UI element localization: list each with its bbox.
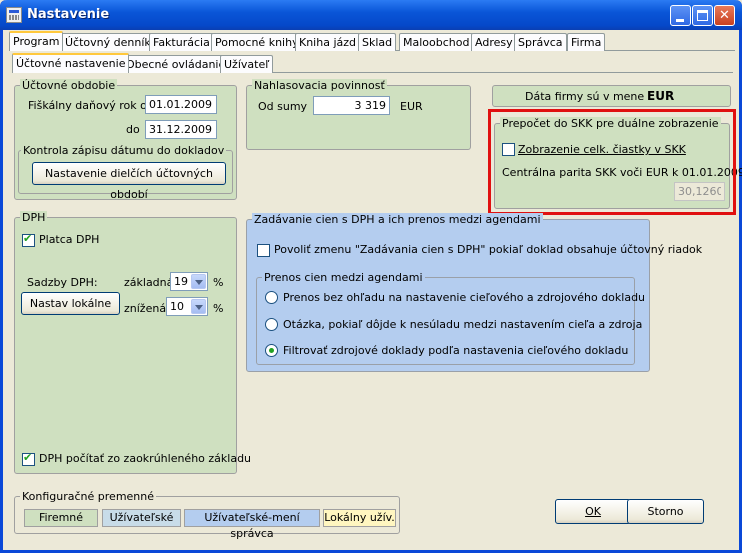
transfer-option-2-label: Filtrovať zdrojové doklady podľa nastave… (283, 344, 629, 357)
fiscal-from-label: Fiškálny daňový rok od (28, 99, 154, 112)
vat-base-value: 19 (174, 275, 188, 288)
vat-rounded-label: DPH počítať zo zaokrúhleného základu (39, 452, 252, 465)
vat-base-percent: % (213, 276, 224, 289)
chevron-down-icon[interactable] (191, 274, 206, 289)
config-title: Konfiguračné premenné (20, 490, 157, 503)
from-sum-label: Od sumy (258, 100, 308, 113)
date-check-title: Kontrola zápisu dátumu do dokladov (21, 144, 227, 157)
vat-rates-label: Sadzby DPH: (27, 276, 98, 289)
vat-reduced-value: 10 (170, 300, 184, 313)
vat-payer-checkbox[interactable] (22, 232, 35, 247)
close-button[interactable]: ✕ (714, 5, 735, 26)
price-transfer-title: Prenos cien medzi agendami (262, 271, 425, 284)
vat-group: DPH Platca DPH Sadzby DPH: základná 19 %… (14, 211, 251, 474)
company-currency-box: Dáta firmy sú v mene EUR (492, 85, 731, 107)
partial-periods-button[interactable]: Nastavenie dielčích účtovných období (32, 162, 226, 201)
ok-button[interactable]: OK (555, 499, 631, 524)
vat-base-select[interactable]: 19 (170, 272, 208, 291)
transfer-option-0-label: Prenos bez ohľadu na nastavenie cieľovéh… (283, 291, 646, 304)
config-swatch-local: Lokálny užív. (323, 509, 396, 527)
price-entry-group: Zadávanie cien s DPH a ich prenos medzi … (246, 213, 702, 372)
fiscal-to-label: do (126, 123, 140, 136)
date-check-group: Kontrola zápisu dátumu do dokladov Nasta… (18, 144, 233, 201)
maximize-icon (697, 10, 708, 21)
allow-change-label: Povoliť zmenu "Zadávania cien s DPH" pok… (274, 243, 703, 256)
close-icon: ✕ (719, 8, 730, 23)
app-icon (6, 7, 22, 23)
price-entry-title: Zadávanie cien s DPH a ich prenos medzi … (252, 213, 543, 226)
vat-payer-label: Platca DPH (39, 233, 100, 246)
subtab-uzivatel[interactable]: Užívateľ (220, 55, 274, 73)
tab-spravca[interactable]: Správca (514, 33, 567, 51)
fiscal-from-input[interactable] (145, 95, 217, 114)
allow-change-checkbox[interactable] (257, 244, 270, 257)
transfer-option-2-radio[interactable] (265, 344, 278, 357)
tab-maloobchod[interactable]: Maloobchod (399, 33, 474, 51)
tab-firma[interactable]: Firma (567, 33, 606, 51)
config-swatch-admin: Užívateľské-mení správca (184, 509, 320, 540)
reporting-currency: EUR (400, 100, 423, 113)
tab-fakturacia[interactable]: Fakturácia (149, 33, 214, 51)
vat-reduced-percent: % (213, 302, 224, 315)
minimize-button[interactable] (670, 5, 691, 26)
chevron-down-icon[interactable] (191, 299, 206, 314)
transfer-option-1-label: Otázka, pokiaľ dôjde k nesúladu medzi na… (283, 318, 643, 331)
minimize-icon (676, 19, 684, 22)
vat-title: DPH (20, 211, 48, 224)
vat-rounded-checkbox[interactable] (22, 451, 35, 466)
from-sum-input[interactable] (313, 96, 390, 115)
period-group: Účtovné obdobie Fiškálny daňový rok od d… (14, 79, 237, 201)
transfer-option-1-radio[interactable] (265, 318, 278, 331)
subtab-obecne-ovladanie[interactable]: Obecné ovládanie (122, 55, 230, 73)
tab-uctovny-dennik[interactable]: Účtovný denník (61, 33, 155, 51)
settings-window: Nastavenie ✕ Program Účtovný denník Fakt… (0, 0, 742, 553)
vat-local-button[interactable]: Nastav lokálne (21, 292, 120, 315)
price-transfer-group: Prenos cien medzi agendami Prenos bez oh… (256, 271, 645, 365)
tab-pomocne-knihy[interactable]: Pomocné knihy (211, 33, 303, 51)
tab-adresy[interactable]: Adresy (471, 33, 517, 51)
highlight-frame (488, 109, 736, 215)
company-currency-value: EUR (647, 89, 675, 103)
tab-sklad[interactable]: Sklad (358, 33, 397, 51)
cancel-button[interactable]: Storno (627, 499, 704, 524)
transfer-option-0-radio[interactable] (265, 291, 278, 304)
window-title: Nastavenie (27, 7, 110, 22)
tab-program[interactable]: Program (9, 31, 64, 51)
maximize-button[interactable] (692, 5, 713, 26)
fiscal-to-input[interactable] (145, 120, 217, 139)
title-bar[interactable]: Nastavenie ✕ (0, 0, 742, 30)
vat-base-label: základná (124, 276, 174, 289)
reporting-group: Nahlasovacia povinnosť Od sumy EUR (246, 79, 471, 150)
vat-reduced-select[interactable]: 10 (166, 297, 208, 316)
tab-kniha-jazd[interactable]: Kniha jázd (295, 33, 361, 51)
config-swatch-company: Firemné (24, 509, 98, 527)
period-title: Účtovné obdobie (20, 79, 118, 92)
reporting-title: Nahlasovacia povinnosť (252, 79, 387, 92)
subtab-uctovne-nastavenie[interactable]: Účtovné nastavenie (12, 53, 130, 73)
vat-reduced-label: znížená (124, 302, 167, 315)
config-swatch-user: Užívateľské (102, 509, 181, 527)
company-currency-label: Dáta firmy sú v mene (525, 90, 645, 103)
